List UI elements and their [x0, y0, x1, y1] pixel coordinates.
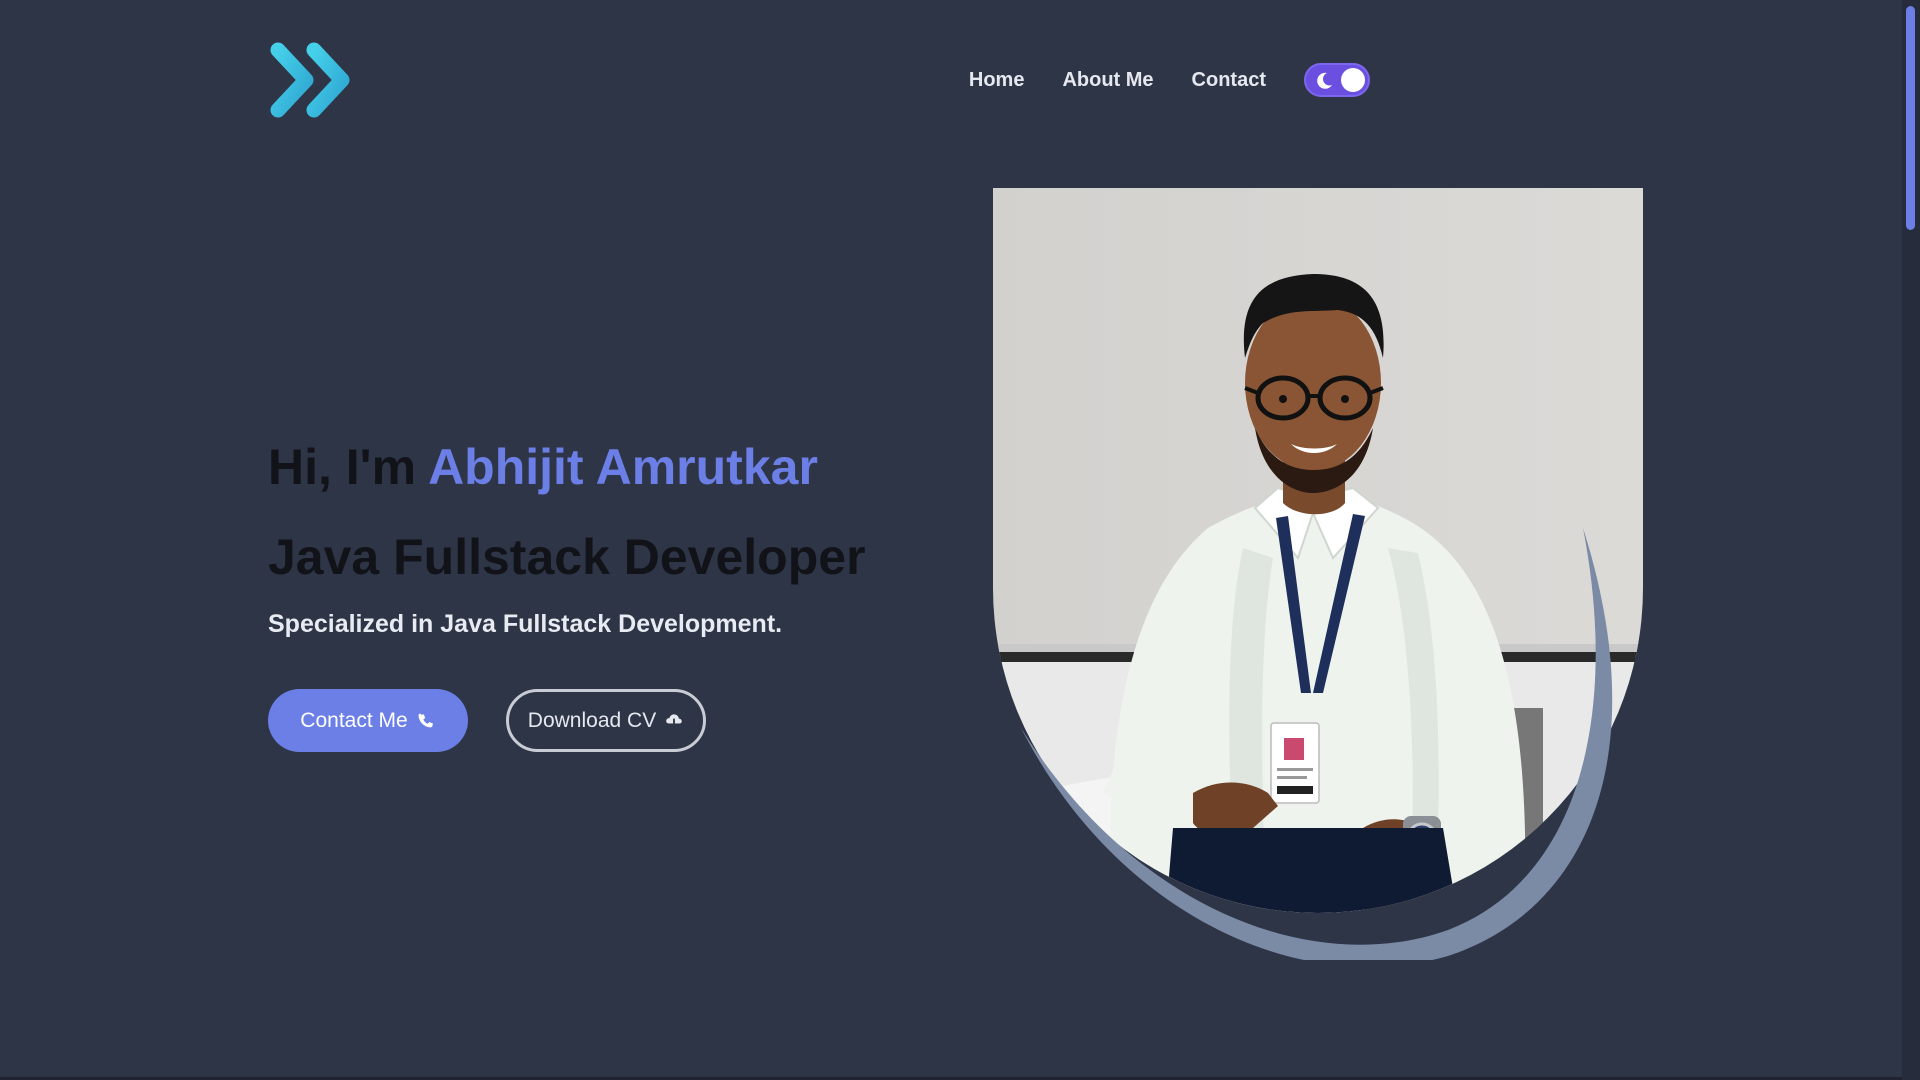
theme-toggle[interactable]	[1304, 63, 1370, 97]
profile-photo	[993, 188, 1643, 960]
hero-subtitle: Specialized in Java Fullstack Developmen…	[268, 610, 783, 638]
phone-icon	[418, 713, 433, 727]
toggle-knob	[1341, 68, 1365, 92]
nav-home-link[interactable]: Home	[969, 62, 1025, 98]
contact-me-label: Contact Me	[300, 708, 408, 732]
scrollbar-thumb[interactable]	[1906, 6, 1915, 230]
download-cv-label: Download CV	[527, 708, 657, 732]
contact-me-button[interactable]: Contact Me	[268, 689, 468, 752]
scrollbar[interactable]	[1902, 0, 1920, 1080]
logo[interactable]	[268, 42, 354, 118]
double-chevron-right-icon	[270, 42, 350, 118]
cloud-download-icon	[666, 713, 682, 728]
download-cv-button[interactable]: Download CV	[506, 689, 706, 752]
main-nav: Home About Me Contact	[969, 62, 1370, 98]
hero-role: Java Fullstack Developer	[268, 529, 866, 585]
page: Home About Me Contact Hi, I'm Abhijit Am…	[0, 0, 1920, 1080]
moon-icon	[1317, 72, 1332, 89]
nav-about-link[interactable]: About Me	[1062, 62, 1153, 98]
nav-contact-link[interactable]: Contact	[1192, 62, 1266, 98]
hero-name: Abhijit Amrutkar	[428, 439, 818, 495]
greeting-prefix: Hi, I'm	[268, 439, 429, 495]
hero-greeting: Hi, I'm Abhijit Amrutkar	[268, 438, 818, 496]
profile-illustration	[993, 188, 1643, 960]
